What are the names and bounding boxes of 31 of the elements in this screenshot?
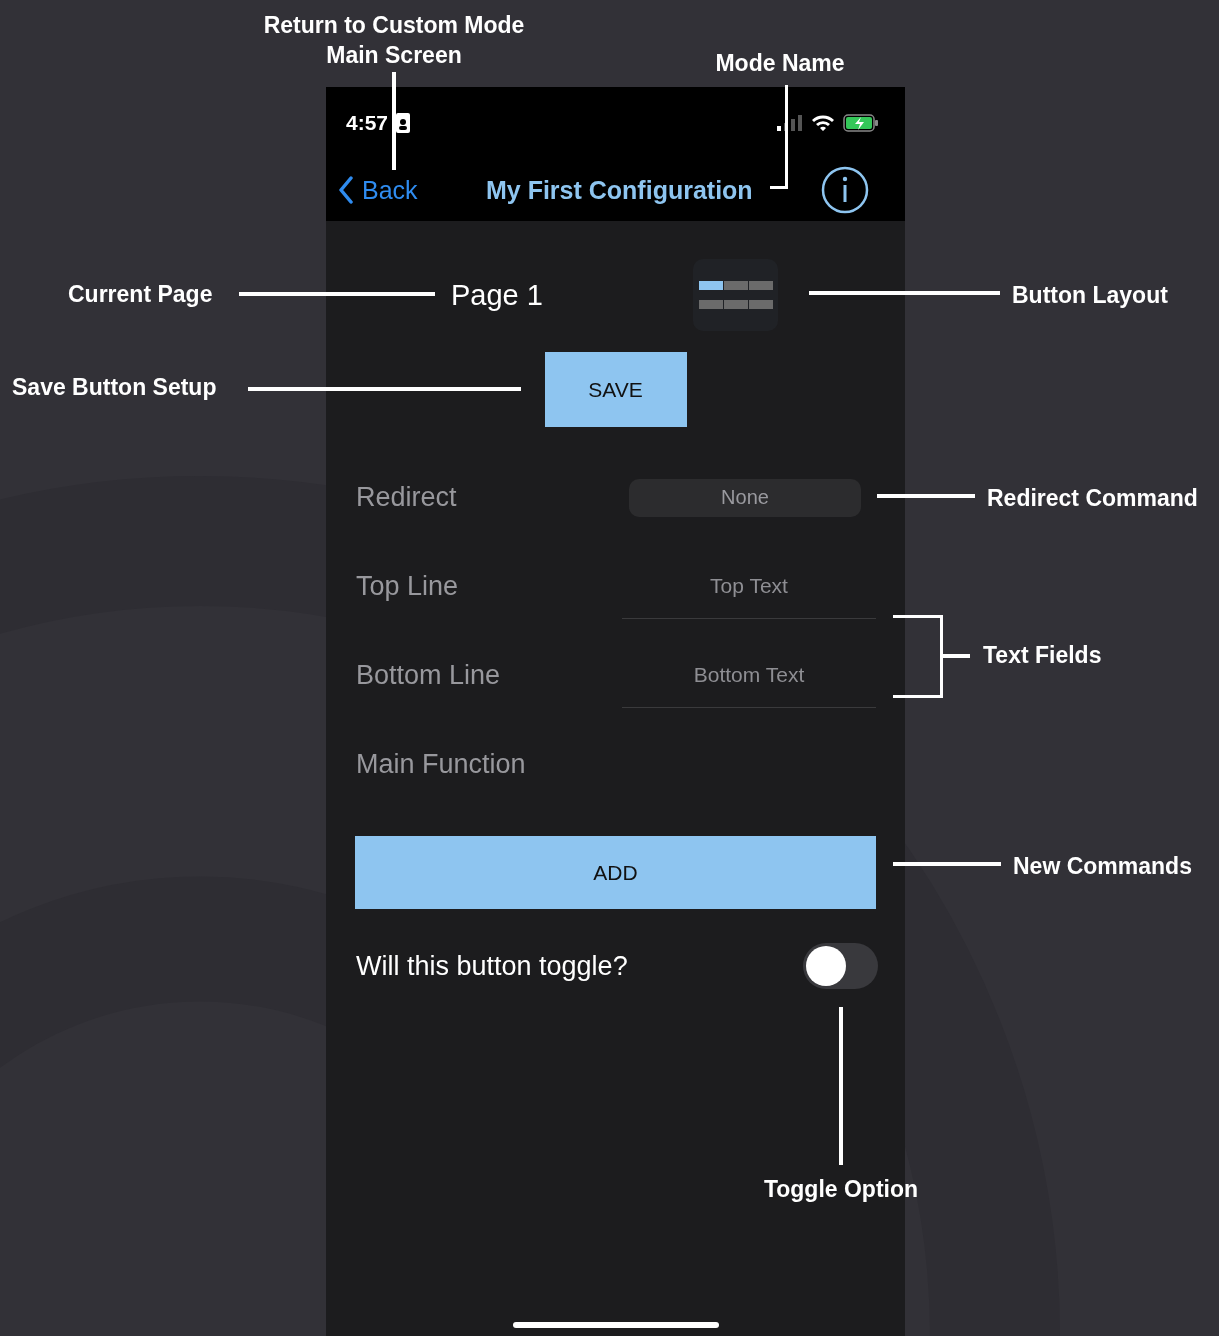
row-label: Redirect: [356, 482, 458, 513]
annotation-label: Text Fields: [983, 641, 1102, 670]
input-field[interactable]: Bottom Text: [622, 643, 876, 708]
annotation-label: Button Layout: [1012, 281, 1168, 310]
annotation-label: Return to Custom Mode Main Screen: [262, 11, 526, 70]
layout-button[interactable]: [693, 259, 778, 331]
page-label: Page 1: [451, 278, 544, 312]
input-field[interactable]: Top Text: [622, 554, 876, 619]
status-time: 4:57: [346, 111, 389, 135]
redirect-select[interactable]: None: [629, 478, 861, 517]
annotation-label: Redirect Command: [987, 484, 1198, 513]
save-button[interactable]: SAVE: [544, 352, 687, 427]
annotation-label: Toggle Option: [762, 1175, 920, 1204]
signal-icon: [777, 115, 803, 131]
toggle-label: Will this button toggle?: [356, 950, 629, 982]
back-button[interactable]: Back: [338, 175, 418, 205]
annotation-label: Mode Name: [714, 49, 846, 78]
wifi-icon: [811, 114, 835, 132]
annotation-label: New Commands: [1013, 852, 1192, 881]
annotation-label: Current Page: [68, 280, 213, 309]
row-label: Main Function: [356, 749, 527, 780]
id-card-icon: [396, 113, 411, 133]
annotation-label: Save Button Setup: [12, 373, 217, 402]
chevron-left-icon: [338, 176, 354, 204]
row-label: Top Line: [356, 571, 460, 602]
toggle-switch[interactable]: [803, 943, 878, 989]
info-icon[interactable]: [821, 166, 869, 214]
screen-title: My First Configuration: [484, 175, 754, 205]
add-button[interactable]: ADD: [355, 836, 876, 909]
battery-icon: [843, 114, 879, 132]
row-label: Bottom Line: [356, 660, 502, 691]
